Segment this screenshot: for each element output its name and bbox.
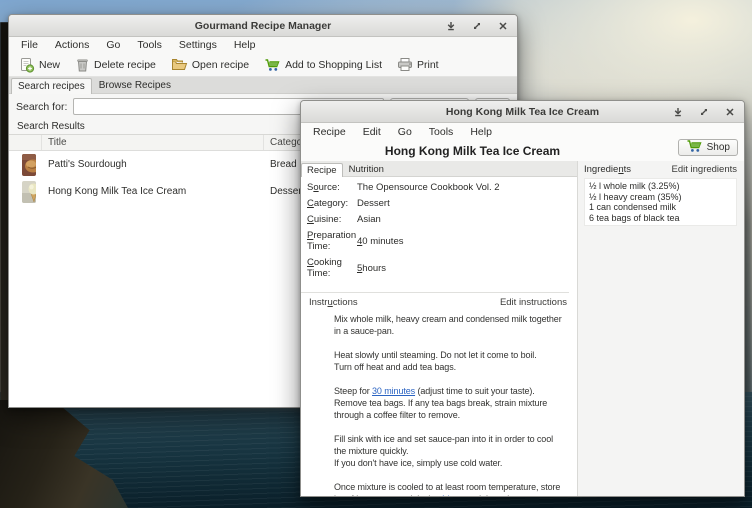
recipe-heading: Hong Kong Milk Tea Ice Cream [385, 144, 560, 158]
time-link[interactable]: 30 minutes [372, 386, 415, 396]
minimize-icon[interactable] [672, 106, 684, 118]
toolbar-add-to-shopping-list-button[interactable]: Add to Shopping List [264, 58, 382, 72]
toolbar-label: Add to Shopping List [285, 59, 382, 71]
detail-row: Cuisine:Asian [307, 214, 569, 225]
manager-toolbar: New Delete recipe Open recipe Add to Shoppi… [9, 53, 517, 77]
time-link[interactable]: 4 hours [440, 494, 469, 496]
detail-label: Category: [307, 198, 351, 209]
detail-row: Cooking Time:5 hours [307, 257, 569, 279]
ingredient-item[interactable]: ½ l whole milk (3.25%) [589, 181, 732, 192]
ingredients-pane: Ingredients Edit ingredients ½ l whole m… [578, 161, 744, 496]
menu-file[interactable]: File [21, 39, 38, 51]
recipe-tab-nutrition[interactable]: Nutrition [343, 162, 390, 176]
detail-row: Preparation Time:40 minutes [307, 230, 569, 252]
instruction-paragraph: Steep for 30 minutes (adjust time to sui… [334, 385, 567, 421]
detail-value: 5 hours [351, 257, 386, 279]
instruction-paragraph: Once mixture is cooled to at least room … [334, 481, 567, 496]
instructions-header: Instructions [309, 297, 358, 308]
detail-value: Asian [351, 214, 381, 225]
ingredient-item[interactable]: 6 tea bags of black tea [589, 213, 732, 224]
instruction-paragraph: Heat slowly until steaming. Do not let i… [334, 349, 567, 373]
toolbar-label: Print [417, 59, 439, 71]
toolbar-label: New [39, 59, 60, 71]
ingredient-item[interactable]: 1 can condensed milk [589, 202, 732, 213]
shopping-cart-icon [264, 58, 281, 72]
toolbar-label: Delete recipe [94, 59, 156, 71]
close-icon[interactable] [724, 106, 736, 118]
manager-titlebar[interactable]: Gourmand Recipe Manager [9, 15, 517, 37]
trash-icon [75, 57, 90, 73]
menu-recipe[interactable]: Recipe [313, 126, 346, 138]
bread-photo [22, 154, 36, 176]
instruction-paragraph: Mix whole milk, heavy cream and condense… [334, 313, 567, 337]
maximize-icon[interactable] [471, 20, 483, 32]
recipe-menubar: Recipe Edit Go Tools Help [301, 123, 744, 141]
toolbar-label: Open recipe [192, 59, 249, 71]
menu-tools[interactable]: Tools [137, 39, 162, 51]
search-for-label: Search for: [16, 101, 67, 113]
menu-settings[interactable]: Settings [179, 39, 217, 51]
toolbar-print-button[interactable]: Print [397, 57, 439, 72]
toolbar-delete-recipe-button[interactable]: Delete recipe [75, 57, 156, 73]
recipe-tab-recipe[interactable]: Recipe [301, 163, 343, 177]
recipe-header: Hong Kong Milk Tea Ice Cream Shop [301, 141, 744, 161]
shopping-cart-icon [686, 139, 703, 156]
shop-button-label: Shop [707, 142, 730, 153]
recipe-title-cell: Patti's Sourdough [42, 159, 264, 170]
recipe-title-cell: Hong Kong Milk Tea Ice Cream [42, 186, 264, 197]
detail-value: 40 minutes [351, 230, 403, 252]
menu-help[interactable]: Help [234, 39, 256, 51]
menu-go[interactable]: Go [106, 39, 120, 51]
menu-tools[interactable]: Tools [429, 126, 454, 138]
manager-menubar: File Actions Go Tools Settings Help [9, 37, 517, 53]
edit-instructions-button[interactable]: Edit instructions [500, 297, 567, 308]
detail-label: Source: [307, 182, 351, 193]
column-header-title[interactable]: Title [42, 135, 264, 150]
ingredients-header: Ingredients [584, 164, 631, 175]
recipe-tabstrip: RecipeNutrition [301, 161, 577, 177]
menu-go[interactable]: Go [398, 126, 412, 138]
detail-value: Dessert [351, 198, 390, 209]
column-header-icon[interactable] [9, 135, 42, 150]
ingredient-item[interactable]: ½ l heavy cream (35%) [589, 192, 732, 203]
detail-row: Source:The Opensource Cookbook Vol. 2 [307, 182, 569, 193]
recipe-titlebar[interactable]: Hong Kong Milk Tea Ice Cream [301, 101, 744, 123]
menu-actions[interactable]: Actions [55, 39, 89, 51]
manager-tab-search-recipes[interactable]: Search recipes [11, 78, 92, 94]
icecream-photo [22, 181, 36, 203]
recipe-detail-pane: RecipeNutrition Source:The Opensource Co… [301, 161, 578, 496]
manager-window-title: Gourmand Recipe Manager [9, 20, 517, 32]
open-folder-icon [171, 57, 188, 72]
manager-tab-browse-recipes[interactable]: Browse Recipes [92, 77, 178, 93]
printer-icon [397, 57, 413, 72]
recipe-card-window: Hong Kong Milk Tea Ice Cream Recipe Edit G… [300, 100, 745, 497]
menu-edit[interactable]: Edit [363, 126, 381, 138]
minimize-icon[interactable] [445, 20, 457, 32]
instructions-text: Mix whole milk, heavy cream and condense… [301, 311, 577, 496]
edit-ingredients-button[interactable]: Edit ingredients [672, 164, 737, 175]
ingredient-list[interactable]: ½ l whole milk (3.25%)½ l heavy cream (3… [584, 178, 737, 226]
close-icon[interactable] [497, 20, 509, 32]
recipe-details: Source:The Opensource Cookbook Vol. 2Cat… [301, 177, 577, 288]
menu-help[interactable]: Help [470, 126, 492, 138]
detail-label: Cuisine: [307, 214, 351, 225]
toolbar-new-button[interactable]: New [19, 57, 60, 73]
detail-label: Cooking Time: [307, 257, 351, 279]
detail-label: Preparation Time: [307, 230, 351, 252]
detail-value: The Opensource Cookbook Vol. 2 [351, 182, 500, 193]
toolbar-open-recipe-button[interactable]: Open recipe [171, 57, 249, 72]
shop-button[interactable]: Shop [678, 139, 738, 156]
maximize-icon[interactable] [698, 106, 710, 118]
instruction-paragraph: Fill sink with ice and set sauce-pan int… [334, 433, 567, 469]
new-document-icon [19, 57, 35, 73]
manager-tabstrip: Search recipesBrowse Recipes [9, 77, 517, 94]
detail-row: Category:Dessert [307, 198, 569, 209]
